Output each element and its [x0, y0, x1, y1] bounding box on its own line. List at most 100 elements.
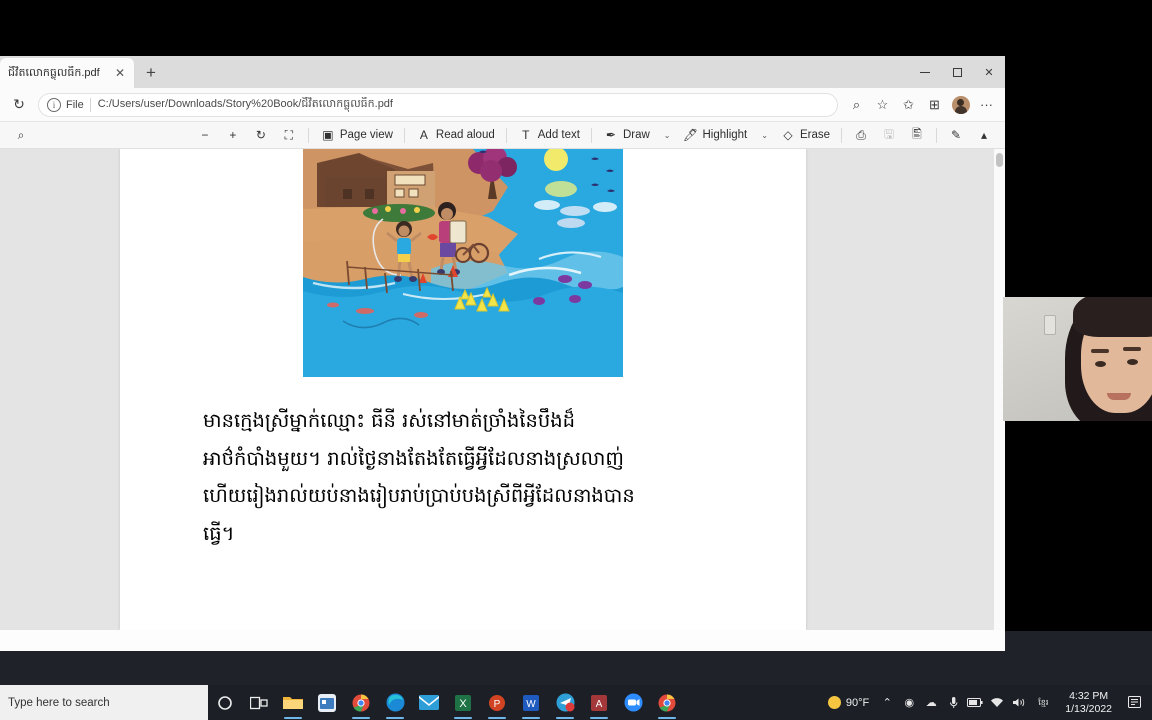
chevron-down-icon: ⌄	[761, 130, 768, 140]
new-tab-button[interactable]: +	[137, 59, 165, 87]
collections-icon[interactable]: ✩	[896, 92, 921, 117]
pin-icon: ✎	[950, 128, 962, 142]
search-icon: ⌕	[17, 127, 25, 142]
onedrive-tray-icon[interactable]: ☁	[921, 685, 941, 720]
battery-tray-icon[interactable]	[965, 685, 985, 720]
task-view-icon[interactable]	[242, 685, 276, 720]
sun-icon	[827, 696, 841, 709]
zoom-out-button[interactable]: −	[192, 125, 218, 146]
pdf-page: មានក្មេងស្រីម្នាក់ឈ្មោះ ធីនី រស់នៅមាត់ច្…	[120, 149, 806, 630]
desktop-background-top	[0, 0, 1152, 56]
add-text-label: Add text	[537, 129, 580, 141]
settings-more-icon[interactable]: ···	[974, 92, 999, 117]
zoom-icon[interactable]	[616, 685, 650, 720]
page-illustration	[303, 149, 623, 377]
fit-page-button[interactable]: ⛶	[276, 125, 302, 146]
toolbar-divider-5	[841, 127, 842, 143]
pdf-toolbar: ⌕ − + ↻ ⛶ ▣ Page view A Read aloud T Add…	[0, 122, 1005, 149]
highlight-options-button[interactable]: ⌄	[754, 125, 773, 146]
taskbar-row: Type here to search X P W A 90°F ⌃ ◉ ☁ ខ…	[0, 685, 1152, 720]
page-text-line-2: អាថ៌កំបាំងមួយ។ រាល់ថ្ងៃនាងតែងតែធ្វើអ្វីដ…	[203, 446, 624, 470]
person-hair-front	[1073, 297, 1152, 337]
word-icon[interactable]: W	[514, 685, 548, 720]
mail-icon[interactable]	[412, 685, 446, 720]
omnibox[interactable]: i File C:/Users/user/Downloads/Story%20B…	[38, 92, 838, 117]
clock-date: 1/13/2022	[1065, 702, 1112, 715]
wall-switch	[1044, 315, 1056, 335]
weather-widget[interactable]: 90°F	[822, 696, 875, 709]
webcam-tray-icon[interactable]: ◉	[899, 685, 919, 720]
microphone-tray-icon[interactable]	[943, 685, 963, 720]
clock[interactable]: 4:32 PM 1/13/2022	[1057, 690, 1120, 716]
tab-pdf[interactable]: ជីវិតលោកធ្លុលធីក.pdf ✕	[0, 58, 134, 88]
zoom-in-button[interactable]: +	[220, 125, 246, 146]
refresh-icon[interactable]: ↻	[6, 92, 32, 118]
person-left-eyebrow	[1091, 349, 1109, 353]
pdf-viewer[interactable]: មានក្មេងស្រីម្នាក់ឈ្មោះ ធីនី រស់នៅមាត់ច្…	[0, 149, 1005, 630]
browser-toolbar-right: ⌕ ☆ ✩ ⊞ ···	[844, 92, 999, 117]
chrome-icon[interactable]	[344, 685, 378, 720]
highlight-button[interactable]: 🖊 Highlight	[678, 125, 753, 146]
wifi-tray-icon[interactable]	[987, 685, 1007, 720]
add-text-button[interactable]: T Add text	[513, 125, 585, 146]
rotate-button[interactable]: ↻	[248, 125, 274, 146]
print-button[interactable]: ⎙	[848, 125, 874, 146]
fit-page-icon: ⛶	[284, 127, 294, 142]
address-bar: ↻ i File C:/Users/user/Downloads/Story%2…	[0, 88, 1005, 122]
screen: ជីវិតលោកធ្លុលធីក.pdf ✕ + ✕ ↻ i File C:/U…	[0, 0, 1152, 720]
svg-text:A: A	[596, 699, 603, 710]
cortana-icon[interactable]	[208, 685, 242, 720]
file-explorer-icon[interactable]	[276, 685, 310, 720]
taskbar-icons: X P W A	[208, 685, 684, 720]
access-icon[interactable]: A	[582, 685, 616, 720]
edge-browser-window: ជីវិតលោកធ្លុលធីក.pdf ✕ + ✕ ↻ i File C:/U…	[0, 56, 1005, 631]
chrome-second-icon[interactable]	[650, 685, 684, 720]
erase-button[interactable]: ◇ Erase	[775, 125, 835, 146]
pdf-search-button[interactable]: ⌕	[8, 125, 34, 146]
edge-icon[interactable]	[378, 685, 412, 720]
active-indicator	[284, 717, 302, 719]
read-aloud-button[interactable]: A Read aloud	[411, 125, 500, 146]
show-hidden-icons-button[interactable]: ⌃	[877, 685, 897, 720]
language-tray-icon[interactable]: ខ្មែរ	[1031, 685, 1055, 720]
add-text-icon: T	[522, 128, 530, 142]
collapse-toolbar-button[interactable]: ▴	[971, 125, 997, 146]
telegram-icon[interactable]	[548, 685, 582, 720]
pin-toolbar-button[interactable]: ✎	[943, 125, 969, 146]
draw-options-button[interactable]: ⌄	[657, 125, 676, 146]
omnibox-divider	[89, 97, 91, 112]
add-to-collection-icon[interactable]: ⊞	[922, 92, 947, 117]
microsoft-store-icon[interactable]	[310, 685, 344, 720]
search-input[interactable]: Type here to search	[0, 685, 208, 720]
windows-taskbar: Type here to search X P W A 90°F ⌃ ◉ ☁ ខ…	[0, 631, 1152, 720]
info-icon[interactable]: i	[47, 97, 61, 112]
tab-strip-empty-area	[165, 56, 1005, 88]
zoom-search-icon[interactable]: ⌕	[844, 92, 869, 117]
active-indicator	[352, 717, 370, 719]
weather-temp: 90°F	[845, 696, 870, 709]
svg-text:W: W	[526, 699, 536, 710]
scrollbar-thumb[interactable]	[996, 153, 1003, 167]
save-button[interactable]: 🖫	[876, 125, 902, 146]
page-view-button[interactable]: ▣ Page view	[315, 125, 398, 146]
active-indicator	[386, 717, 404, 719]
action-center-icon[interactable]	[1122, 685, 1148, 720]
svg-text:P: P	[494, 699, 501, 710]
draw-button[interactable]: ✒ Draw	[598, 125, 655, 146]
file-scheme-label: File	[66, 98, 84, 111]
minimize-button[interactable]	[909, 56, 941, 88]
page-text-line-1: មានក្មេងស្រីម្នាក់ឈ្មោះ ធីនី រស់នៅមាត់ច្…	[203, 409, 576, 432]
toolbar-divider-2	[403, 127, 405, 143]
plus-icon: +	[229, 128, 237, 142]
maximize-button[interactable]	[941, 56, 973, 88]
toolbar-divider-1	[307, 127, 309, 143]
powerpoint-icon[interactable]: P	[480, 685, 514, 720]
save-as-button[interactable]: 🖺	[904, 125, 930, 146]
profile-avatar[interactable]	[948, 92, 973, 117]
favorites-icon[interactable]: ☆	[870, 92, 895, 117]
webcam-overlay[interactable]	[1003, 297, 1152, 421]
close-icon[interactable]: ✕	[112, 65, 128, 81]
window-close-button[interactable]: ✕	[973, 56, 1005, 88]
volume-tray-icon[interactable]	[1009, 685, 1029, 720]
excel-icon[interactable]: X	[446, 685, 480, 720]
